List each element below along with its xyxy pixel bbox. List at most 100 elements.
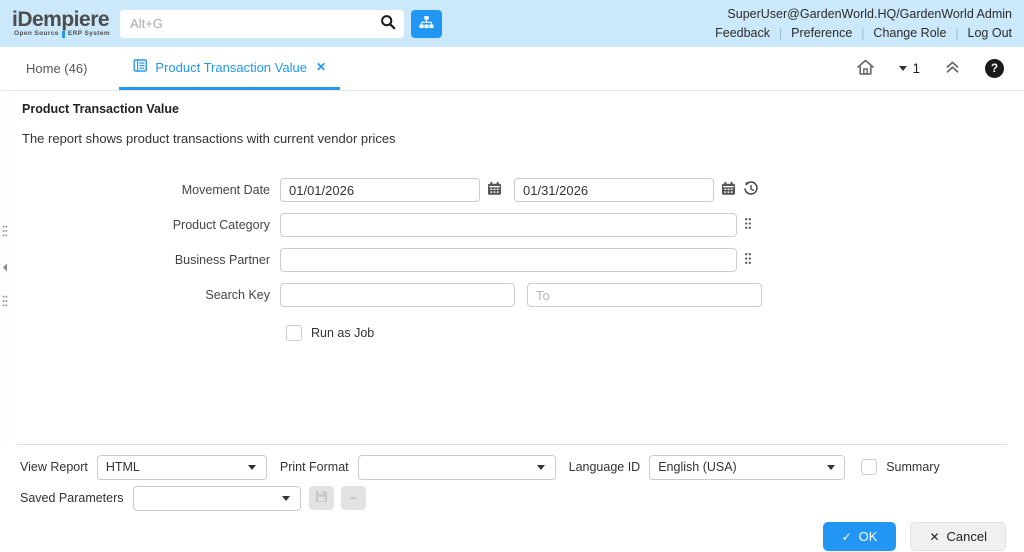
log-out-link[interactable]: Log Out: [968, 26, 1012, 40]
collapse-all-button[interactable]: [944, 59, 961, 78]
search-button[interactable]: [372, 9, 405, 38]
collapse-left-icon: [2, 260, 8, 275]
movement-date-to-input[interactable]: [514, 178, 714, 202]
recent-values-button[interactable]: [736, 180, 759, 200]
print-format-caret-button[interactable]: [527, 455, 555, 479]
business-partner-input[interactable]: [280, 248, 737, 272]
global-search-input[interactable]: [120, 9, 373, 38]
desktop-tabbar: Home (46) Product Transaction Value ✕ 1: [0, 47, 1024, 91]
west-panel-splitter[interactable]: [0, 91, 9, 444]
saved-parameters-caret-button[interactable]: [272, 486, 300, 510]
sitemap-icon: [419, 15, 434, 33]
process-description: The report shows product transactions wi…: [22, 131, 396, 146]
report-icon: [133, 58, 148, 76]
search-key-to-input[interactable]: [527, 283, 762, 307]
chevron-down-icon: [537, 464, 546, 470]
view-report-label: View Report: [20, 460, 88, 474]
business-partner-more-button[interactable]: [737, 252, 752, 268]
idempiere-app: iDempiere Open Source ERP System Alt+G S…: [0, 0, 1024, 552]
menu-tree-button[interactable]: [411, 9, 443, 38]
report-options-row: View Report Print Format Language ID Sum…: [17, 452, 1007, 482]
calendar-icon: [721, 181, 736, 199]
process-panel: Product Transaction Value The report sho…: [0, 91, 1024, 444]
feedback-link[interactable]: Feedback: [715, 26, 770, 40]
global-search: [120, 9, 443, 38]
product-category-more-button[interactable]: [737, 217, 752, 233]
home-button[interactable]: [856, 58, 875, 80]
view-report-combo: [96, 454, 267, 480]
dialog-actions: ✓ OK ✕ Cancel: [17, 522, 1007, 551]
idempiere-logo: iDempiere Open Source ERP System: [12, 9, 110, 38]
search-key-label: Search Key: [205, 288, 270, 302]
view-report-input[interactable]: [97, 455, 239, 479]
business-partner-label: Business Partner: [174, 253, 270, 267]
chevron-down-icon: [826, 464, 835, 470]
window-switcher[interactable]: 1: [899, 61, 920, 76]
help-button[interactable]: ?: [985, 59, 1004, 78]
language-id-caret-button[interactable]: [817, 455, 845, 479]
tab-product-transaction-value[interactable]: Product Transaction Value ✕: [119, 47, 340, 90]
tab-home[interactable]: Home (46): [12, 47, 101, 90]
logo-tagline-left: Open Source: [14, 30, 59, 38]
search-icon: [380, 14, 396, 33]
search-key-row: Search Key: [22, 283, 1024, 307]
delete-parameters-button[interactable]: −: [340, 486, 366, 510]
check-icon: ✓: [841, 529, 852, 544]
summary-label: Summary: [886, 460, 940, 474]
home-icon: [856, 58, 875, 80]
movement-date-row: Movement Date: [22, 178, 1024, 202]
more-dots-icon: [744, 252, 752, 268]
language-id-label: Language ID: [568, 460, 641, 474]
chevron-down-icon: [282, 495, 291, 501]
product-category-label: Product Category: [172, 218, 270, 232]
saved-parameters-label: Saved Parameters: [20, 491, 124, 505]
saved-parameters-input[interactable]: [133, 486, 273, 510]
double-chevron-up-icon: [944, 59, 961, 78]
logo-title: iDempiere: [12, 8, 110, 31]
movement-date-label: Movement Date: [181, 183, 270, 197]
run-as-job-checkbox[interactable]: [286, 325, 302, 341]
save-parameters-button[interactable]: [308, 486, 334, 510]
summary-checkbox[interactable]: [861, 459, 878, 475]
logo-tagline-right: ERP System: [67, 30, 111, 38]
print-format-input[interactable]: [358, 455, 528, 479]
tab-label: Product Transaction Value: [155, 59, 307, 75]
product-category-row: Product Category: [22, 213, 1024, 237]
language-id-combo: [649, 454, 846, 480]
movement-date-from-input[interactable]: [280, 178, 480, 202]
cancel-button[interactable]: ✕ Cancel: [910, 522, 1006, 551]
user-info: SuperUser@GardenWorld.HQ/GardenWorld Adm…: [727, 7, 1012, 21]
help-icon: ?: [990, 62, 999, 75]
print-format-combo: [357, 454, 556, 480]
app-header: iDempiere Open Source ERP System Alt+G S…: [0, 0, 1024, 47]
tab-close-icon[interactable]: ✕: [316, 60, 326, 74]
splitter-grip-icon: [2, 225, 8, 240]
calendar-from-button[interactable]: [480, 181, 502, 199]
splitter-grip-icon: [2, 295, 8, 310]
saved-parameters-row: Saved Parameters −: [17, 483, 1007, 513]
process-footer: View Report Print Format Language ID Sum…: [17, 444, 1007, 552]
save-icon: [315, 490, 328, 506]
search-key-from-input[interactable]: [280, 283, 515, 307]
calendar-to-button[interactable]: [714, 181, 736, 199]
product-category-input[interactable]: [280, 213, 737, 237]
business-partner-row: Business Partner: [22, 248, 1024, 272]
tabbar-actions: 1 ?: [856, 47, 1012, 90]
logo-separator: [61, 31, 65, 38]
saved-parameters-combo: [132, 485, 301, 511]
language-id-input[interactable]: [650, 455, 818, 479]
header-menu: Feedback | Preference | Change Role | Lo…: [715, 26, 1012, 40]
x-icon: ✕: [929, 529, 940, 544]
history-icon: [743, 180, 759, 200]
run-as-job-label: Run as Job: [311, 326, 375, 340]
ok-button[interactable]: ✓ OK: [822, 522, 897, 551]
minus-icon: −: [348, 490, 358, 506]
parameter-form: Movement Date 01/01/2026 01/31/2026 Prod…: [22, 178, 1024, 341]
preference-link[interactable]: Preference: [791, 26, 852, 40]
chevron-down-icon: [899, 66, 908, 71]
calendar-icon: [487, 181, 502, 199]
change-role-link[interactable]: Change Role: [873, 26, 946, 40]
view-report-caret-button[interactable]: [238, 455, 266, 479]
print-format-label: Print Format: [279, 460, 349, 474]
more-dots-icon: [744, 217, 752, 233]
